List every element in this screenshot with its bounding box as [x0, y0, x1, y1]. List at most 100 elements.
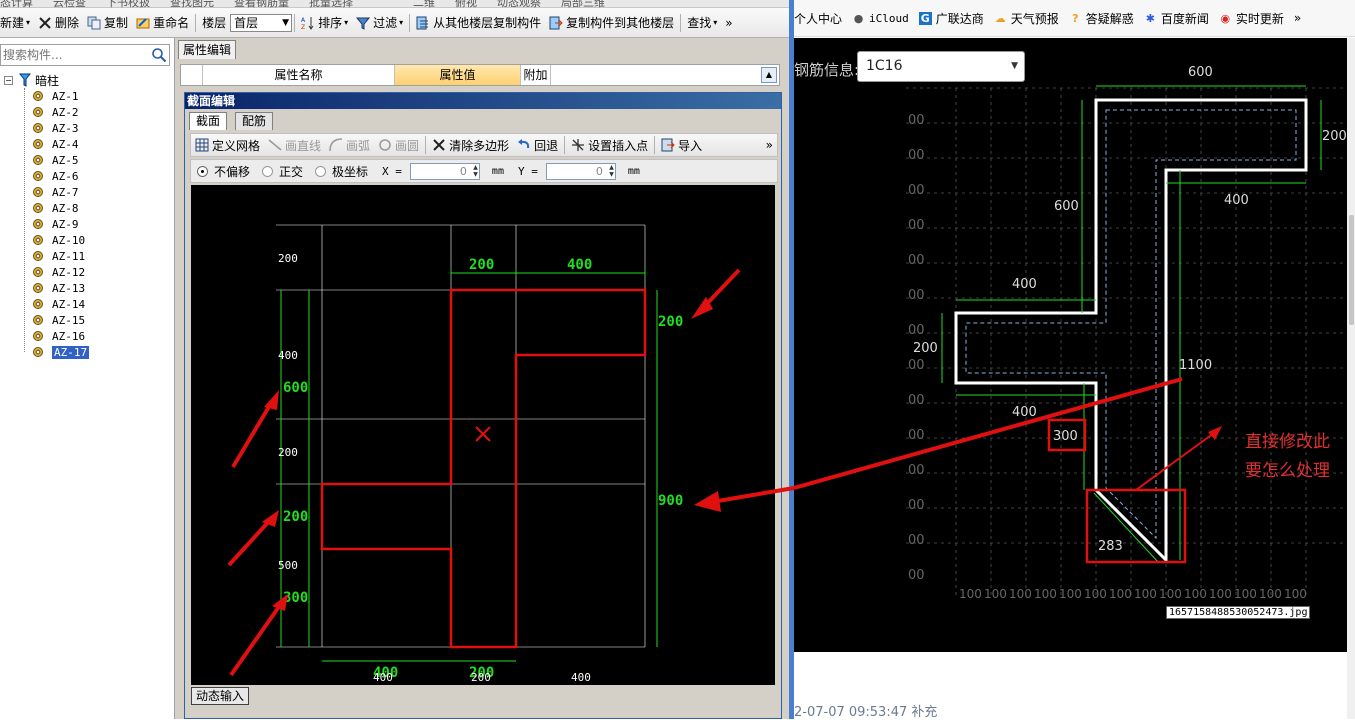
- x-coordinate-input[interactable]: 0 ▲ ▼: [409, 162, 480, 180]
- define-grid-button[interactable]: 定义网格: [191, 134, 264, 156]
- bookmark-label: 百度新闻: [1160, 11, 1209, 26]
- top-strip-item[interactable]: 下书校扱: [106, 0, 150, 8]
- bookmark-item[interactable]: G 广联达商: [918, 10, 984, 27]
- tree-item[interactable]: AZ-10: [32, 232, 85, 248]
- header-property-name[interactable]: 属性名称: [203, 65, 395, 85]
- bookmark-item[interactable]: ✱ 百度新闻: [1144, 10, 1209, 27]
- tab-rebar[interactable]: 配筋: [235, 112, 274, 130]
- draw-line-button[interactable]: 画直线: [264, 134, 325, 156]
- find-button[interactable]: 查找 ▾: [683, 12, 721, 34]
- top-strip-item[interactable]: 俯视: [455, 0, 477, 8]
- top-strip-item[interactable]: 查找图元: [170, 0, 214, 8]
- tree-item-label: AZ-2: [52, 105, 79, 119]
- floor-select[interactable]: 首层 ▼: [230, 13, 293, 32]
- header-property-value[interactable]: 属性值: [395, 65, 521, 85]
- dim-left-600[interactable]: 600: [283, 380, 308, 396]
- clear-polygon-button[interactable]: 清除多边形: [428, 134, 513, 156]
- svg-text:Z: Z: [301, 24, 305, 30]
- spin-icon[interactable]: ▲ ▼: [609, 164, 614, 178]
- bookmark-item[interactable]: ☁ 天气预报: [994, 10, 1059, 27]
- tree-item[interactable]: AZ-15: [32, 312, 85, 328]
- tick-label: 00: [908, 533, 925, 548]
- section-toolbar-overflow[interactable]: »: [762, 134, 777, 156]
- search-icon[interactable]: [151, 47, 167, 63]
- rename-button[interactable]: 重命名: [132, 12, 193, 34]
- bookmark-item[interactable]: ? 答疑解惑: [1069, 10, 1134, 27]
- delete-button[interactable]: 删除: [34, 12, 83, 34]
- draw-circle-button[interactable]: 画圆: [374, 134, 423, 156]
- tab-property-edit[interactable]: 属性编辑: [178, 40, 236, 59]
- toolbar-separator: [425, 136, 427, 154]
- page-scrollbar[interactable]: [1347, 38, 1355, 719]
- new-button-label: 新建: [0, 16, 25, 30]
- dim-right-900[interactable]: 900: [658, 493, 683, 509]
- top-strip-item[interactable]: 局部三维: [561, 0, 605, 8]
- tab-property-edit-label: 属性编辑: [182, 43, 231, 57]
- tree-item[interactable]: AZ-3: [32, 120, 79, 136]
- tree-item[interactable]: AZ-13: [32, 280, 85, 296]
- tree-item[interactable]: AZ-14: [32, 296, 85, 312]
- top-strip-item[interactable]: 态计算: [0, 0, 33, 8]
- radio-ortho[interactable]: 正交: [262, 163, 303, 180]
- collapse-toggle-icon[interactable]: −: [4, 75, 13, 85]
- new-button[interactable]: 新建 ▾: [0, 12, 34, 34]
- tree-item[interactable]: AZ-17: [32, 344, 90, 360]
- tree-item[interactable]: AZ-1: [32, 88, 79, 104]
- copy-button[interactable]: 复制: [83, 12, 132, 34]
- bookmark-item[interactable]: ◉ 实时更新: [1219, 10, 1284, 27]
- tree-item-label: AZ-3: [52, 121, 79, 135]
- bookmark-item[interactable]: 个人中心: [794, 10, 842, 27]
- dim-top-200[interactable]: 200: [469, 257, 494, 273]
- column-component-icon: [33, 155, 43, 165]
- top-strip-item[interactable]: 批量选择: [309, 0, 353, 8]
- tree-item[interactable]: AZ-16: [32, 328, 85, 344]
- tree-item[interactable]: AZ-12: [32, 264, 85, 280]
- glodon-g-icon: G: [918, 11, 932, 25]
- tree-item[interactable]: AZ-9: [32, 216, 79, 232]
- dim-right-200[interactable]: 200: [658, 314, 683, 330]
- top-strip-item[interactable]: 二维: [413, 0, 435, 8]
- section-outline[interactable]: [320, 288, 647, 649]
- search-input[interactable]: [1, 45, 149, 65]
- tree-item[interactable]: AZ-7: [32, 184, 79, 200]
- dynamic-input-button[interactable]: 动态输入: [191, 687, 249, 705]
- copy-from-floor-button[interactable]: 从其他楼层复制构件: [412, 12, 545, 34]
- tree-root-node[interactable]: − 暗柱: [4, 72, 59, 88]
- toolbar-separator: [294, 13, 296, 32]
- tree-item[interactable]: AZ-2: [32, 104, 79, 120]
- tab-section[interactable]: 截面: [189, 112, 228, 130]
- tree-item[interactable]: AZ-8: [32, 200, 79, 216]
- delete-x-icon: [39, 16, 51, 29]
- scrollbar-thumb[interactable]: [1349, 215, 1354, 325]
- bookmarks-overflow[interactable]: »: [1294, 11, 1301, 25]
- sort-button[interactable]: AZ 排序 ▾: [297, 12, 352, 34]
- tick-label: 100: [1234, 587, 1257, 601]
- copy-to-floor-button[interactable]: 复制构件到其他楼层: [545, 12, 678, 34]
- dim-top-400[interactable]: 400: [567, 257, 592, 273]
- tree-item[interactable]: AZ-4: [32, 136, 79, 152]
- undo-button[interactable]: 回退: [513, 134, 562, 156]
- spin-icon[interactable]: ▲ ▼: [473, 164, 478, 178]
- header-extra[interactable]: 附加: [521, 65, 551, 85]
- tree-item[interactable]: AZ-5: [32, 152, 79, 168]
- top-strip-item[interactable]: 查看钢筋量: [234, 0, 289, 8]
- filter-button[interactable]: 过滤 ▾: [352, 12, 407, 34]
- tree-item[interactable]: AZ-6: [32, 168, 79, 184]
- y-coordinate-input[interactable]: 0 ▲ ▼: [545, 162, 616, 180]
- draw-arc-button[interactable]: 画弧: [325, 134, 374, 156]
- bookmark-item[interactable]: ● iCloud: [852, 12, 909, 25]
- top-strip-item[interactable]: 动态观察: [497, 0, 541, 8]
- section-drawing-canvas[interactable]: 200 400 200 500 600 200 300 200 400 200 …: [191, 185, 775, 685]
- radio-polar[interactable]: 极坐标: [315, 163, 368, 180]
- scroll-up-icon[interactable]: ▲: [761, 67, 777, 83]
- dim-left-200[interactable]: 200: [283, 509, 308, 525]
- draw-circle-label: 画圆: [395, 138, 420, 153]
- bookmarks-bar: 个人中心 ● iCloud G 广联达商 ☁ 天气预报 ? 答疑解惑 ✱ 百度新闻 ◉ 实时…: [794, 0, 1355, 37]
- radio-no-offset[interactable]: 不偏移: [197, 163, 250, 180]
- tick-label: 100: [1259, 587, 1282, 601]
- top-strip-item[interactable]: 云检查: [53, 0, 86, 8]
- set-insert-point-button[interactable]: 设置插入点: [567, 134, 652, 156]
- toolbar-overflow-button[interactable]: »: [721, 12, 736, 34]
- import-button[interactable]: 导入: [657, 134, 706, 156]
- tree-item[interactable]: AZ-11: [32, 248, 85, 264]
